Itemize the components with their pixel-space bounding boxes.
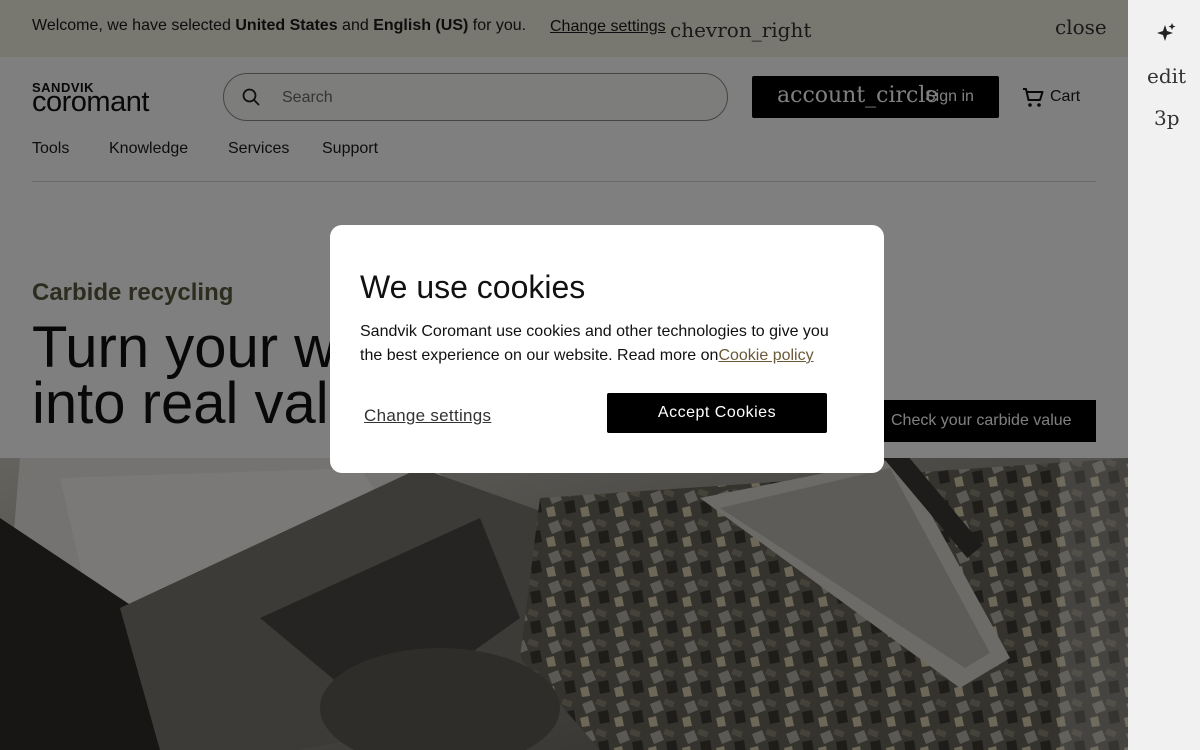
sparkle-icon[interactable] <box>1155 22 1177 44</box>
cookie-dialog: We use cookies Sandvik Coromant use cook… <box>330 225 884 473</box>
cookie-dialog-body: Sandvik Coromant use cookies and other t… <box>360 320 855 368</box>
edit-icon[interactable]: edit <box>1147 64 1186 88</box>
cookie-dialog-title: We use cookies <box>360 269 586 305</box>
cookie-change-settings-button[interactable]: Change settings <box>364 406 491 426</box>
side-rail: edit 3p <box>1128 0 1200 750</box>
3p-icon[interactable]: 3p <box>1154 106 1180 130</box>
cookie-policy-link[interactable]: Cookie policy <box>718 347 813 364</box>
accept-cookies-label: Accept Cookies <box>657 404 777 421</box>
accept-cookies-button[interactable]: Accept Cookies <box>607 393 827 433</box>
